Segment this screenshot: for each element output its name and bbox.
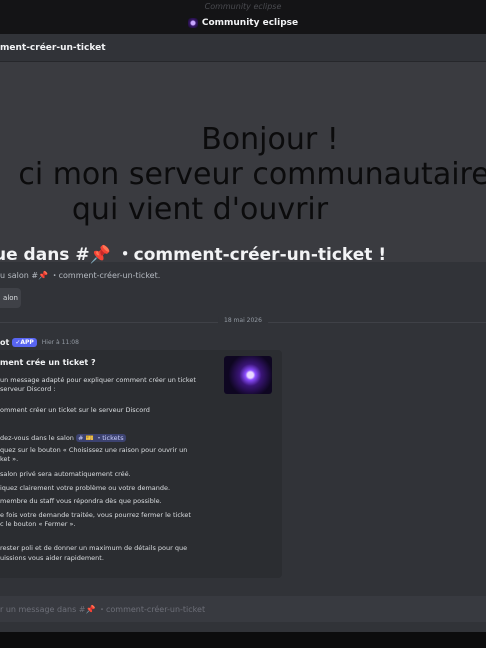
embed-line: uissions vous aider rapidement.: [0, 554, 104, 562]
embed-line: membre du staff vous répondra dès que po…: [0, 497, 162, 505]
welcome-subtitle: u salon #📌 ・comment-créer-un-ticket.: [0, 271, 161, 280]
server-title: Community eclipse: [0, 18, 486, 28]
embed-line: c le bouton « Fermer ».: [0, 520, 76, 528]
message-input[interactable]: r un message dans #📌 ・comment-créer-un-t…: [0, 596, 486, 622]
message-header: ot ✓APP Hier à 11:08: [0, 338, 79, 347]
edit-channel-button[interactable]: alon: [0, 288, 21, 308]
app-badge: ✓APP: [12, 338, 37, 347]
chat-window: ment-créer-un-ticket Bonjour ! ci mon se…: [0, 34, 486, 632]
embed-line: ket ».: [0, 455, 19, 463]
server-name: Community eclipse: [201, 18, 299, 28]
embed-line: iquez clairement votre problème ou votre…: [0, 484, 171, 492]
banner-line-1: Bonjour !: [201, 122, 339, 157]
channel-name[interactable]: ment-créer-un-ticket: [0, 43, 106, 53]
welcome-banner: Bonjour ! ci mon serveur communautaire q…: [0, 62, 486, 262]
embed-line: e fois votre demande traitée, vous pourr…: [0, 511, 191, 519]
embed-title: ment crée un ticket ?: [0, 358, 96, 367]
date-divider: 18 mai 2026: [0, 317, 486, 324]
embed-line: omment créer un ticket sur le serveur Di…: [0, 406, 150, 414]
banner-line-2: ci mon serveur communautaire: [18, 157, 486, 192]
ghost-title: Community eclipse: [204, 2, 282, 11]
window-title-bar: Community eclipse Community eclipse: [0, 0, 486, 34]
welcome-heading: ue dans #📌 ・comment-créer-un-ticket !: [0, 245, 387, 265]
message-author[interactable]: ot: [0, 338, 9, 347]
embed-line: serveur Discord :: [0, 385, 56, 393]
date-label: 18 mai 2026: [218, 317, 268, 324]
embed-line: rester poli et de donner un maximum de d…: [0, 544, 188, 552]
embed-line: salon privé sera automatiquement créé.: [0, 470, 131, 478]
message-embed: ment crée un ticket ? un message adapté …: [0, 350, 282, 578]
channel-header: ment-créer-un-ticket: [0, 34, 486, 62]
embed-line: quez sur le bouton « Choisissez une rais…: [0, 446, 188, 454]
banner-line-3: qui vient d'ouvrir: [71, 192, 329, 227]
embed-line: un message adapté pour expliquer comment…: [0, 376, 196, 384]
embed-line: dez-vous dans le salon # 🎫 ・tickets: [0, 432, 126, 442]
embed-line-text: dez-vous dans le salon: [0, 434, 74, 442]
message-timestamp: Hier à 11:08: [41, 339, 79, 346]
tickets-channel-mention[interactable]: # 🎫 ・tickets: [76, 434, 126, 442]
bottom-strip: [0, 632, 486, 648]
embed-thumbnail[interactable]: [224, 356, 272, 394]
server-icon: [187, 18, 198, 28]
